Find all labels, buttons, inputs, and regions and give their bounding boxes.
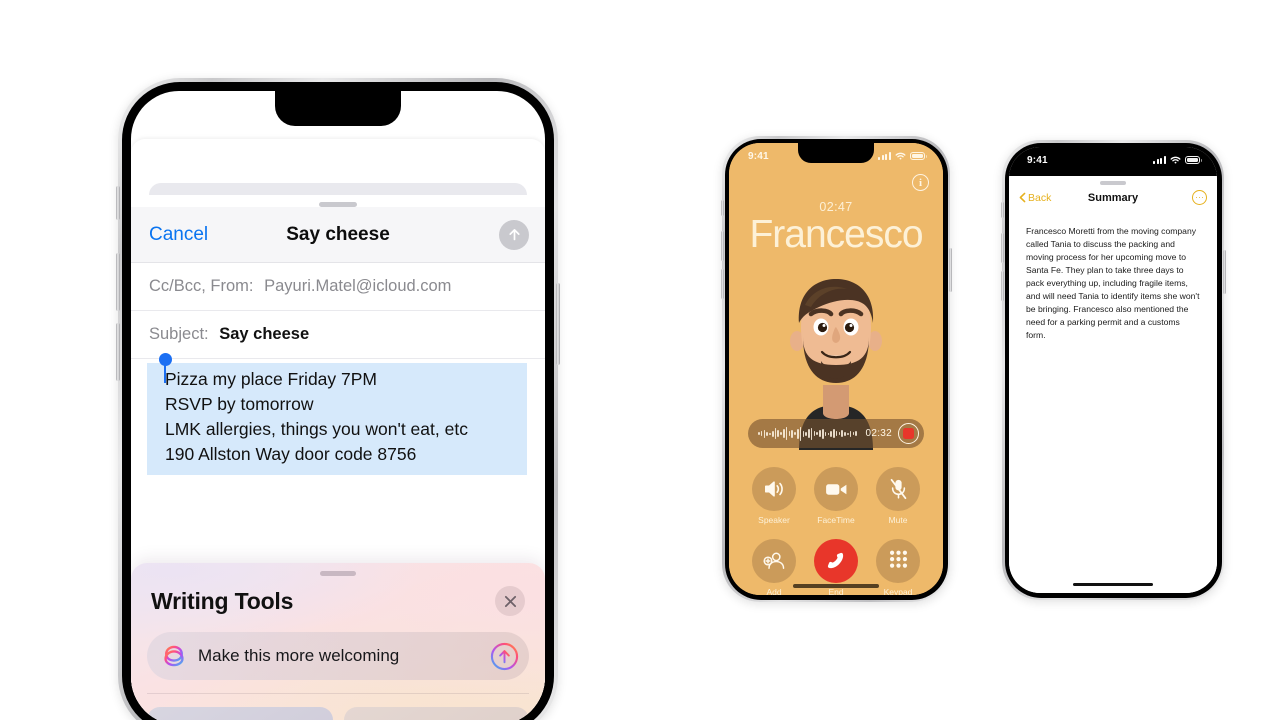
volume-down-button[interactable] [1000, 271, 1004, 301]
cellular-bars-icon [433, 108, 450, 122]
call-screen: 9:41 i 02:47 Francesco 02:32 Speaker Fac… [729, 143, 943, 595]
call-recording-bar: 02:32 [748, 419, 924, 448]
mute-label: Mute [888, 515, 908, 525]
mute-button[interactable]: Mute [867, 467, 929, 525]
phone-screen: 9:41 Back Summary Francesco Moretti from… [1009, 147, 1217, 593]
text-caret [164, 361, 166, 383]
mail-subject-row[interactable]: Subject: Say cheese [131, 311, 545, 359]
rewrite-button[interactable]: Rewrite [343, 707, 529, 720]
body-line: Pizza my place Friday 7PM [165, 369, 378, 389]
mail-compose-sheet: Cancel Say cheese Cc/Bcc, From: Payuri.M… [131, 139, 545, 720]
keypad-grid-icon [876, 539, 920, 583]
writing-tools-header: Writing Tools [131, 576, 545, 616]
notch [798, 143, 874, 163]
mute-switch[interactable] [1000, 202, 1004, 218]
mail-subject-label: Subject: [149, 325, 209, 343]
body-line: RSVP by tomorrow [165, 394, 314, 414]
writing-tools-prompt-field[interactable]: Make this more welcoming [147, 632, 529, 680]
caller-name: Francesco [749, 213, 923, 256]
battery-icon [482, 108, 509, 122]
speaker-label: Speaker [758, 515, 790, 525]
phone-call-summary: 9:41 Back Summary Francesco Moretti from… [1000, 140, 1226, 600]
keypad-label: Keypad [883, 587, 913, 595]
writing-tools-actions: Proofread Rewrite [131, 694, 545, 720]
home-indicator[interactable] [1073, 582, 1153, 586]
status-time: 9:41 [748, 150, 769, 162]
send-button[interactable] [499, 219, 529, 250]
power-button[interactable] [948, 248, 952, 292]
volume-up-button[interactable] [720, 231, 724, 261]
summary-text: Francesco Moretti from the moving compan… [1026, 225, 1200, 340]
body-line: 190 Allston Way door code 8756 [165, 444, 417, 464]
screenshot-stage: 9:41 Cancel Say cheese Cc/Bcc, From: Pay… [0, 0, 1280, 720]
phone-screen: 9:41 i 02:47 Francesco 02:32 Speaker Fac… [729, 143, 943, 595]
summary-navbar: Back Summary [1009, 185, 1217, 211]
power-button[interactable] [556, 283, 560, 365]
call-controls: Speaker FaceTime Mute Add End Keypad [743, 467, 929, 595]
battery-icon [909, 152, 925, 160]
end-label: End [828, 587, 844, 595]
arrow-up-circle-icon[interactable] [490, 642, 519, 671]
body-line: LMK allergies, things you won't eat, etc [165, 419, 468, 439]
apple-intelligence-loop-icon [164, 645, 184, 667]
power-button[interactable] [1222, 250, 1226, 294]
video-camera-icon [814, 467, 858, 511]
summary-sheet: Back Summary Francesco Moretti from the … [1009, 176, 1217, 593]
add-label: Add [766, 587, 782, 595]
send-arrow-up-icon [508, 229, 520, 241]
wifi-icon [457, 109, 475, 121]
call-controls-row-1: Speaker FaceTime Mute [743, 467, 929, 525]
status-time: 9:41 [169, 104, 208, 125]
mail-from-address: Payuri.Matel@icloud.com [264, 277, 452, 295]
close-button[interactable] [495, 586, 525, 616]
recording-elapsed: 02:32 [865, 428, 892, 439]
wifi-icon [895, 152, 905, 160]
writing-tools-sheet: Writing Tools Make this more welcoming [131, 563, 545, 720]
call-duration: 02:47 [819, 200, 853, 214]
volume-up-button[interactable] [1000, 233, 1004, 263]
summary-title: Summary [1087, 191, 1139, 204]
mail-navbar: Cancel Say cheese [131, 207, 545, 263]
volume-down-button[interactable] [720, 269, 724, 299]
close-x-icon [504, 595, 516, 607]
mute-switch[interactable] [720, 200, 724, 216]
mail-title: Say cheese [286, 223, 390, 245]
volume-up-button[interactable] [116, 253, 120, 311]
writing-tools-grabber[interactable] [320, 571, 356, 576]
audio-waveform-icon [758, 426, 859, 441]
mail-from-row[interactable]: Cc/Bcc, From: Payuri.Matel@icloud.com [131, 263, 545, 311]
ellipsis-circle-icon[interactable] [1192, 190, 1207, 205]
writing-tools-prompt-text: Make this more welcoming [198, 646, 400, 665]
dynamic-island [275, 91, 401, 126]
phone-mail-compose: 9:41 Cancel Say cheese Cc/Bcc, From: Pay… [116, 78, 560, 720]
facetime-label: FaceTime [817, 515, 855, 525]
selected-text-block[interactable]: Pizza my place Friday 7PM RSVP by tomorr… [147, 353, 527, 475]
info-circle-icon[interactable]: i [912, 174, 929, 191]
cellular-bars-icon [878, 152, 891, 160]
mail-body[interactable]: Pizza my place Friday 7PM RSVP by tomorr… [131, 353, 545, 475]
speaker-button[interactable]: Speaker [743, 467, 805, 525]
microphone-slash-icon [876, 467, 920, 511]
mail-subject-value: Say cheese [219, 325, 310, 343]
phone-active-call: 9:41 i 02:47 Francesco 02:32 Speaker Fac… [720, 136, 952, 602]
end-call-handset-icon [814, 539, 858, 583]
home-indicator[interactable] [793, 584, 879, 588]
notch [1076, 147, 1150, 166]
volume-down-button[interactable] [116, 323, 120, 381]
speaker-wave-icon [752, 467, 796, 511]
proofread-button[interactable]: Proofread [147, 707, 333, 720]
mail-ccbcc-label: Cc/Bcc, From: [149, 277, 254, 295]
writing-tools-title: Writing Tools [151, 587, 294, 614]
facetime-button[interactable]: FaceTime [805, 467, 867, 525]
add-person-icon [752, 539, 796, 583]
record-stop-icon[interactable] [898, 423, 919, 444]
action-button[interactable] [116, 186, 120, 220]
mail-compose-card: Cancel Say cheese Cc/Bcc, From: Payuri.M… [131, 195, 545, 720]
phone-screen: 9:41 Cancel Say cheese Cc/Bcc, From: Pay… [131, 91, 545, 720]
